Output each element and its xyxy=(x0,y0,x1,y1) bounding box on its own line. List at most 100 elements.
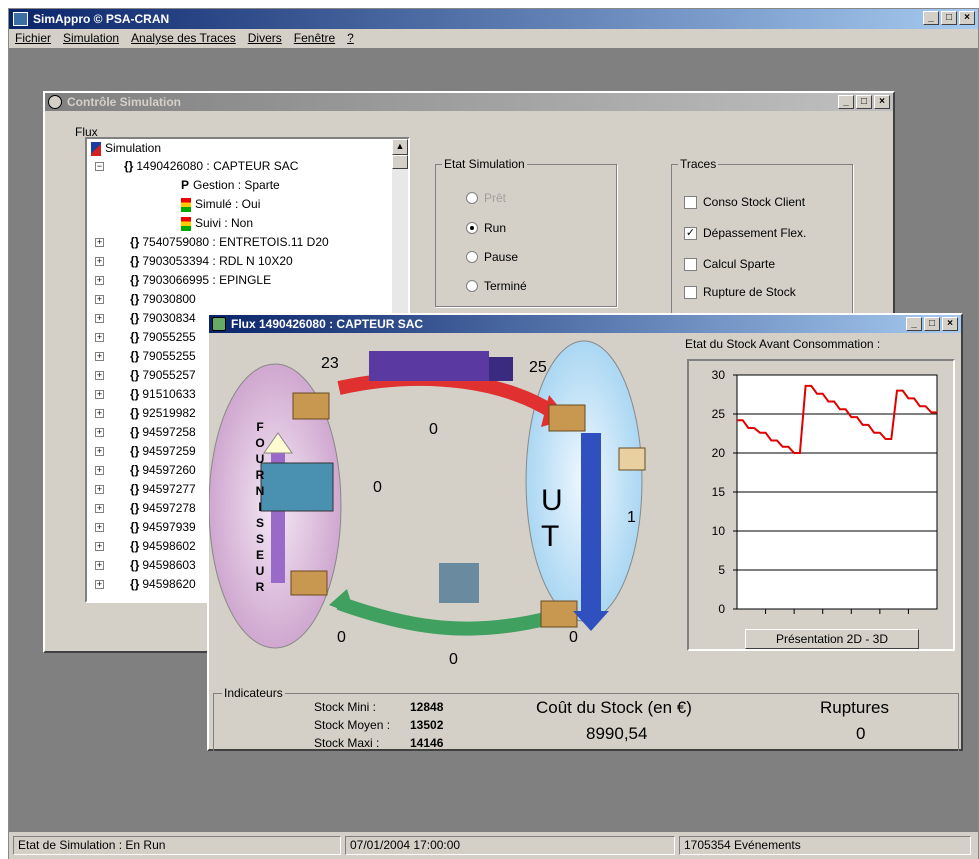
braces-icon: {} xyxy=(130,292,140,306)
menu-divers[interactable]: Divers xyxy=(248,29,282,48)
tree-detail[interactable]: Simulé : Oui xyxy=(181,195,260,214)
scroll-thumb[interactable] xyxy=(392,155,408,169)
tree-node[interactable]: + {} 79030800 xyxy=(95,290,196,309)
stock-chart-frame: 0 5 10 15 20 25 30 Présentation 2D - 3D xyxy=(687,359,955,651)
flux-close-button[interactable]: × xyxy=(942,317,958,331)
tree-node[interactable]: + {} 79055255 xyxy=(95,328,196,347)
maximize-button[interactable]: □ xyxy=(941,11,957,25)
minimize-button[interactable]: _ xyxy=(923,11,939,25)
app-title-bar: SimAppro © PSA-CRAN _ □ × xyxy=(9,9,978,29)
tree-node[interactable]: + {} 79055257 xyxy=(95,366,196,385)
tree-node[interactable]: + {} 79055255 xyxy=(95,347,196,366)
fournisseur-letter: R xyxy=(255,580,265,594)
close-button[interactable]: × xyxy=(959,11,975,25)
tree-detail[interactable]: P Gestion : Sparte xyxy=(181,176,280,195)
expand-icon[interactable]: + xyxy=(95,466,104,476)
control-maximize-button[interactable]: □ xyxy=(856,95,872,109)
fournisseur-letter: U xyxy=(255,452,265,466)
machine-icon xyxy=(260,462,334,512)
control-close-button[interactable]: × xyxy=(874,95,890,109)
app-title: SimAppro © PSA-CRAN xyxy=(33,12,170,26)
expand-icon[interactable]: + xyxy=(95,561,104,571)
tree-detail-label: Simulé : Oui xyxy=(195,197,261,211)
tree-node[interactable]: + {} 92519982 xyxy=(95,404,196,423)
radio-run[interactable]: Run xyxy=(466,221,506,235)
checkbox-rupture[interactable]: Rupture de Stock xyxy=(684,285,796,299)
box-icon xyxy=(290,570,328,596)
expand-icon[interactable]: + xyxy=(95,238,104,248)
flux-maximize-button[interactable]: □ xyxy=(924,317,940,331)
expand-icon[interactable]: + xyxy=(95,276,104,286)
tree-root[interactable]: Simulation xyxy=(91,139,161,158)
checkbox-depassement[interactable]: ✓ Dépassement Flex. xyxy=(684,226,806,240)
expand-icon[interactable]: + xyxy=(95,504,104,514)
order-left-count: 0 xyxy=(337,629,346,646)
expand-icon[interactable]: + xyxy=(95,314,104,324)
expand-icon[interactable]: + xyxy=(95,371,104,381)
menu-help[interactable]: ? xyxy=(347,29,354,48)
checkbox-box xyxy=(684,285,697,299)
tree-node[interactable]: + {} 94598620 xyxy=(95,575,196,594)
braces-icon: {} xyxy=(124,159,134,173)
control-title-bar[interactable]: Contrôle Simulation _ □ × xyxy=(45,93,893,111)
fournisseur-letter: U xyxy=(255,564,265,578)
tree-node[interactable]: + {} 7903066995 : EPINGLE xyxy=(95,271,271,290)
checkbox-conso-stock[interactable]: Conso Stock Client xyxy=(684,195,805,209)
radio-label: Pause xyxy=(484,250,519,264)
box-icon xyxy=(292,392,330,420)
flux-minimize-button[interactable]: _ xyxy=(906,317,922,331)
flux-title-bar[interactable]: Flux 1490426080 : CAPTEUR SAC _ □ × xyxy=(209,315,961,333)
y-tick-label: 10 xyxy=(712,524,726,538)
radio-circle xyxy=(466,251,478,263)
tree-node[interactable]: + {} 94597258 xyxy=(95,423,196,442)
indicators-panel: Indicateurs Stock Mini : 12848 Stock Moy… xyxy=(213,686,959,753)
expand-icon[interactable]: + xyxy=(95,257,104,267)
tree-detail[interactable]: Suivi : Non xyxy=(181,214,253,233)
expand-icon[interactable]: + xyxy=(95,333,104,343)
radio-pause[interactable]: Pause xyxy=(466,250,518,264)
presentation-2d-3d-button[interactable]: Présentation 2D - 3D xyxy=(745,629,919,649)
tree-node-label: 7540759080 : ENTRETOIS.11 D20 xyxy=(142,235,329,249)
tree-node[interactable]: + {} 7903053394 : RDL N 10X20 xyxy=(95,252,293,271)
radio-circle xyxy=(466,192,478,204)
tree-node[interactable]: + {} 94597278 xyxy=(95,499,196,518)
expand-icon[interactable]: + xyxy=(95,542,104,552)
scroll-up-button[interactable]: ▲ xyxy=(392,139,408,155)
menu-fenetre[interactable]: Fenêtre xyxy=(294,29,335,48)
expand-icon[interactable]: + xyxy=(95,485,104,495)
stock-chart: 0 5 10 15 20 25 30 xyxy=(712,368,938,616)
expand-icon[interactable]: + xyxy=(95,409,104,419)
menu-analyse-traces[interactable]: Analyse des Traces xyxy=(131,29,236,48)
tree-node-expanded[interactable]: − {} 1490426080 : CAPTEUR SAC xyxy=(95,157,298,176)
expand-icon[interactable]: + xyxy=(95,390,104,400)
ut-letter: U xyxy=(541,484,563,517)
tree-node[interactable]: + {} 94598602 xyxy=(95,537,196,556)
checkbox-label: Dépassement Flex. xyxy=(703,226,807,240)
expand-icon[interactable]: + xyxy=(95,447,104,457)
collapse-icon[interactable]: − xyxy=(95,162,104,172)
expand-icon[interactable]: + xyxy=(95,352,104,362)
tree-node[interactable]: + {} 79030834 xyxy=(95,309,196,328)
radio-pret[interactable]: Prêt xyxy=(466,191,506,205)
tree-node[interactable]: + {} 94597259 xyxy=(95,442,196,461)
tree-node[interactable]: + {} 94597260 xyxy=(95,461,196,480)
y-tick-label: 25 xyxy=(712,407,726,421)
tree-node[interactable]: + {} 94597939 xyxy=(95,518,196,537)
control-minimize-button[interactable]: _ xyxy=(838,95,854,109)
checkbox-calcul-sparte[interactable]: Calcul Sparte xyxy=(684,257,775,271)
tree-node[interactable]: + {} 7540759080 : ENTRETOIS.11 D20 xyxy=(95,233,329,252)
radio-termine[interactable]: Terminé xyxy=(466,279,527,293)
tree-node[interactable]: + {} 91510633 xyxy=(95,385,196,404)
expand-icon[interactable]: + xyxy=(95,295,104,305)
ut-letter: T xyxy=(541,520,560,553)
chart-title: Etat du Stock Avant Consommation : xyxy=(685,337,881,351)
tree-node[interactable]: + {} 94598603 xyxy=(95,556,196,575)
expand-icon[interactable]: + xyxy=(95,523,104,533)
menu-simulation[interactable]: Simulation xyxy=(63,29,119,48)
expand-icon[interactable]: + xyxy=(95,580,104,590)
expand-icon[interactable]: + xyxy=(95,428,104,438)
tree-node[interactable]: + {} 94597277 xyxy=(95,480,196,499)
flag-icon xyxy=(91,141,101,156)
checkbox-label: Conso Stock Client xyxy=(703,195,806,209)
menu-fichier[interactable]: Fichier xyxy=(15,29,51,48)
